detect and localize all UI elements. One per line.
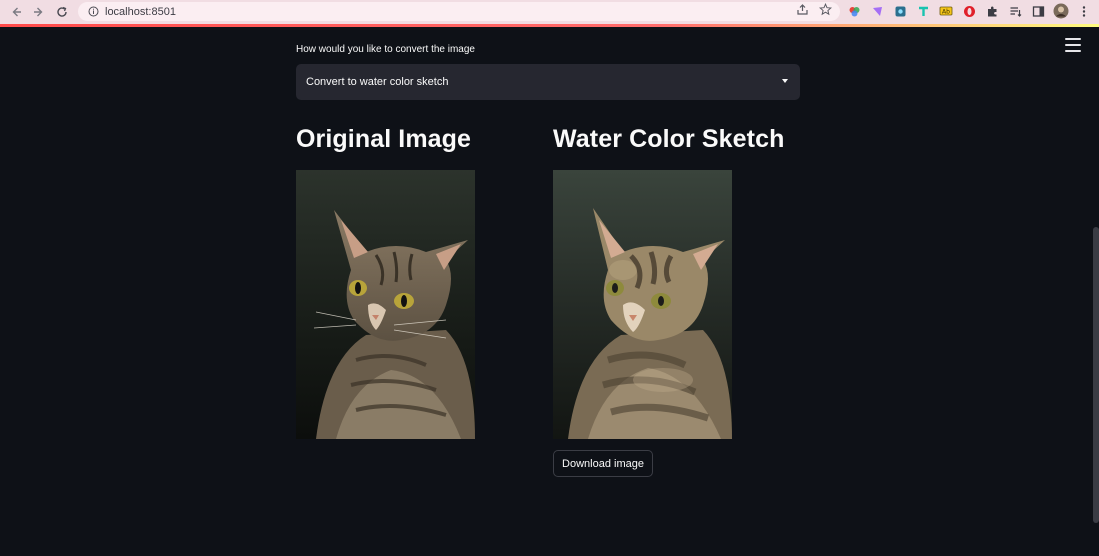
url-text: localhost:8501	[105, 5, 176, 18]
extensions-bar: Ab	[846, 3, 1092, 19]
info-icon[interactable]	[88, 6, 99, 17]
opera-extension-icon[interactable]	[961, 3, 977, 19]
water-color-sketch-image	[553, 170, 732, 439]
reload-icon[interactable]	[51, 1, 73, 23]
back-icon[interactable]	[5, 1, 27, 23]
app-main: How would you like to convert the image …	[0, 27, 1099, 556]
side-panel-icon[interactable]	[1030, 3, 1046, 19]
original-image-title: Original Image	[296, 125, 472, 153]
svg-text:Ab: Ab	[942, 9, 950, 16]
select-label: How would you like to convert the image	[296, 44, 475, 55]
original-image	[296, 170, 475, 439]
download-image-button[interactable]: Download image	[553, 450, 653, 477]
reading-list-icon[interactable]	[1007, 3, 1023, 19]
conversion-select[interactable]: Convert to water color sketch	[296, 64, 800, 100]
forward-icon[interactable]	[28, 1, 50, 23]
yellow-extension-icon[interactable]: Ab	[938, 3, 954, 19]
chevron-down-icon[interactable]	[782, 79, 788, 83]
browser-menu-icon[interactable]	[1076, 3, 1092, 19]
bookmark-star-icon[interactable]	[819, 3, 832, 16]
profile-avatar-icon[interactable]	[1053, 3, 1069, 19]
purple-extension-icon[interactable]	[869, 3, 885, 19]
puzzle-extensions-icon[interactable]	[984, 3, 1000, 19]
share-icon[interactable]	[796, 3, 809, 16]
select-value: Convert to water color sketch	[306, 76, 449, 88]
hamburger-menu-icon[interactable]	[1065, 38, 1081, 52]
address-bar[interactable]: localhost:8501	[78, 2, 840, 21]
color-wheel-extension-icon[interactable]	[846, 3, 862, 19]
pin-extension-icon[interactable]	[915, 3, 931, 19]
result-image-title: Water Color Sketch	[553, 125, 785, 153]
grid-extension-icon[interactable]	[892, 3, 908, 19]
page-scrollbar[interactable]	[1093, 227, 1099, 523]
browser-toolbar: localhost:8501 Ab	[0, 0, 1099, 24]
